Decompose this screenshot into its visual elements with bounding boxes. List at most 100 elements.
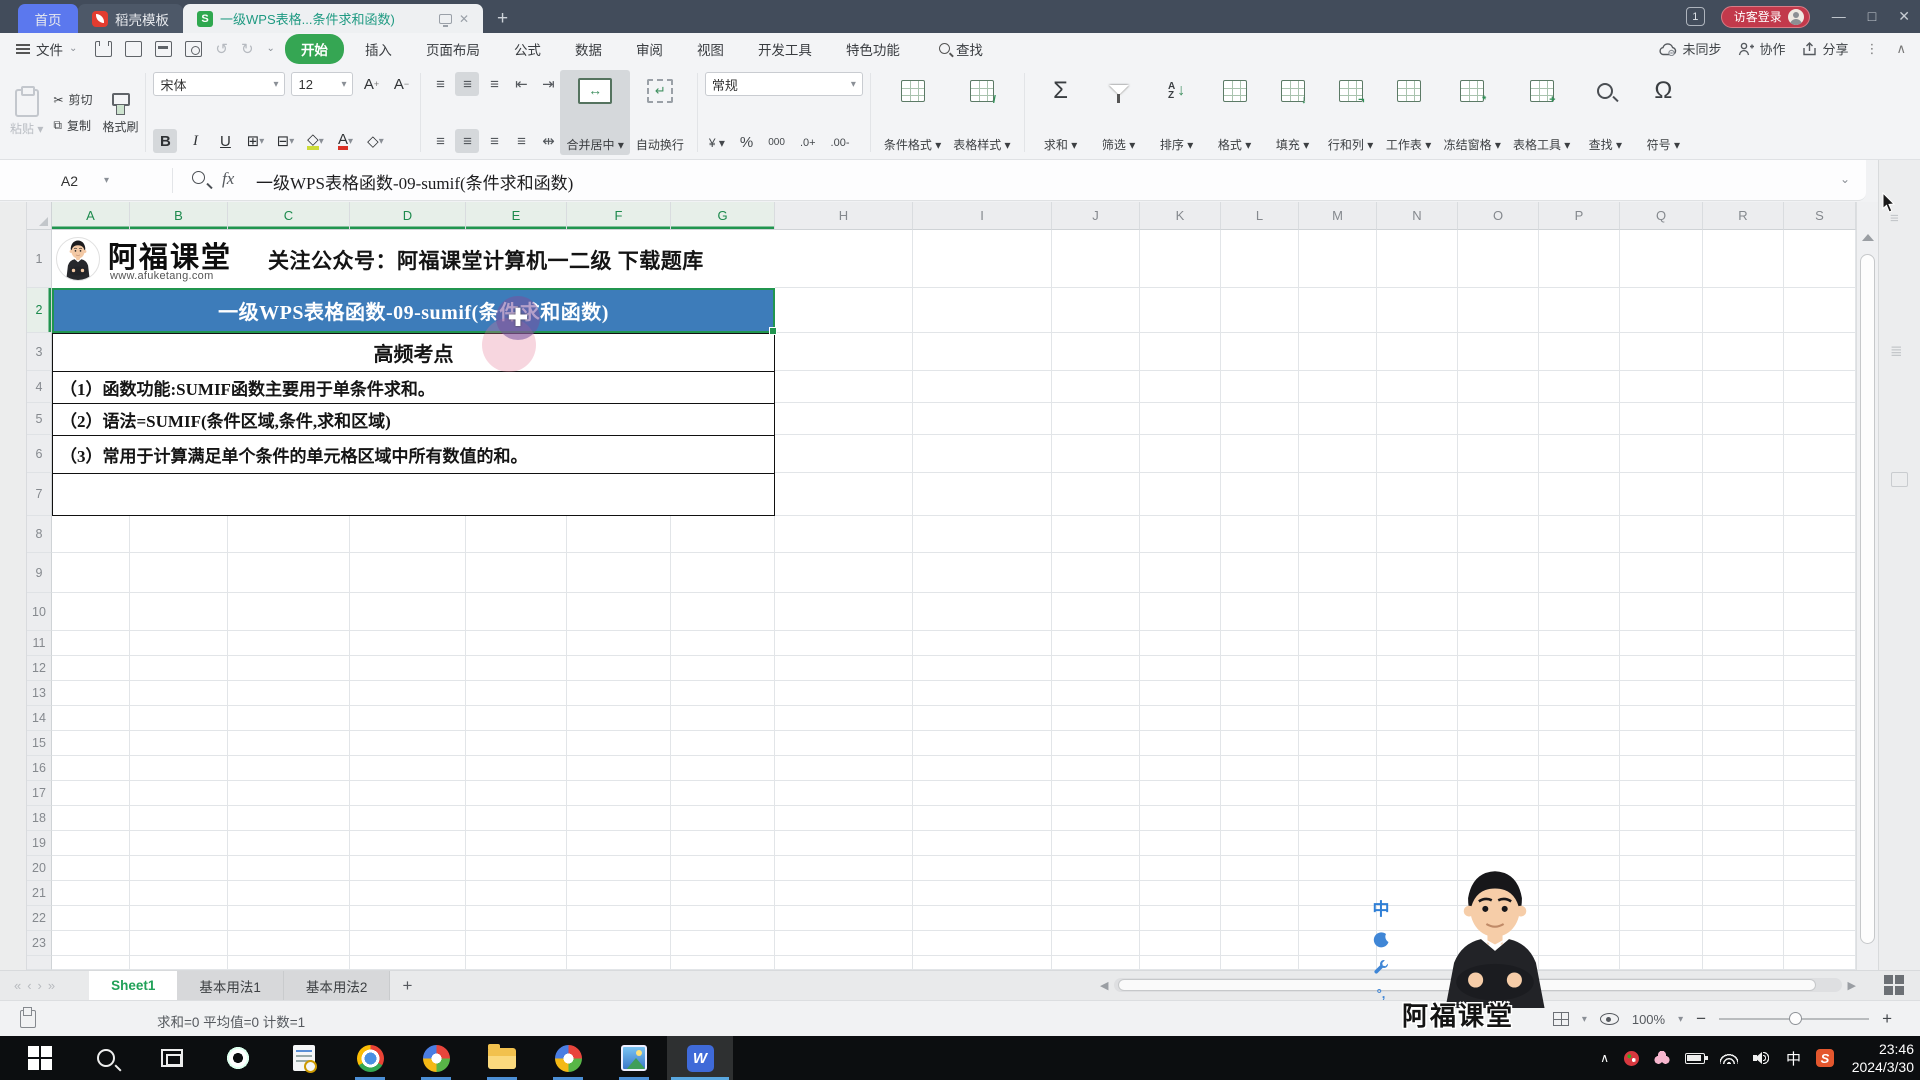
- cell-R4[interactable]: [1703, 371, 1784, 403]
- cell-O18[interactable]: [1458, 806, 1539, 831]
- cell-J8[interactable]: [1052, 516, 1140, 553]
- cell-B14[interactable]: [130, 706, 228, 731]
- cell-M2[interactable]: [1299, 288, 1377, 333]
- col-header-H[interactable]: H: [775, 202, 913, 230]
- cell-J[interactable]: [1052, 956, 1140, 970]
- taskbar-browser-360-alt-button[interactable]: [535, 1036, 601, 1080]
- volume-icon[interactable]: [1752, 1051, 1771, 1065]
- cell-I7[interactable]: [913, 473, 1052, 516]
- cell-Q1[interactable]: [1620, 230, 1703, 288]
- cell-E15[interactable]: [466, 731, 567, 756]
- cell-L6[interactable]: [1221, 435, 1299, 473]
- add-sheet-button[interactable]: +: [390, 976, 424, 996]
- cell-L2[interactable]: [1221, 288, 1299, 333]
- cell-H12[interactable]: [775, 656, 913, 681]
- cell-E9[interactable]: [466, 553, 567, 593]
- cell-S7[interactable]: [1784, 473, 1856, 516]
- tab-docer-templates[interactable]: 稻壳模板: [78, 4, 183, 33]
- cell-Q21[interactable]: [1620, 881, 1703, 906]
- cell-H7[interactable]: [775, 473, 913, 516]
- row-header-4[interactable]: 4: [27, 371, 52, 403]
- cell-Q20[interactable]: [1620, 856, 1703, 881]
- cell-A9[interactable]: [52, 553, 130, 593]
- cell-S10[interactable]: [1784, 593, 1856, 631]
- col-header-S[interactable]: S: [1784, 202, 1856, 230]
- cell-S6[interactable]: [1784, 435, 1856, 473]
- font-size-select[interactable]: 12 ▾: [291, 72, 354, 96]
- cell-M7[interactable]: [1299, 473, 1377, 516]
- cell-H8[interactable]: [775, 516, 913, 553]
- cell-G[interactable]: [671, 956, 775, 970]
- zoom-level[interactable]: 100%: [1632, 1012, 1665, 1027]
- cell-R6[interactable]: [1703, 435, 1784, 473]
- cell-C23[interactable]: [228, 931, 350, 956]
- cell-H[interactable]: [775, 956, 913, 970]
- cell-D23[interactable]: [350, 931, 466, 956]
- cell-R5[interactable]: [1703, 403, 1784, 435]
- cell-N6[interactable]: [1377, 435, 1458, 473]
- cell-E8[interactable]: [466, 516, 567, 553]
- cell-R[interactable]: [1703, 956, 1784, 970]
- row-header-11[interactable]: 11: [27, 631, 52, 656]
- cell-L3[interactable]: [1221, 333, 1299, 371]
- thousand-separator-button[interactable]: 000: [764, 135, 789, 150]
- cell-F20[interactable]: [567, 856, 671, 881]
- align-top-button[interactable]: ≡: [428, 72, 452, 96]
- cell-Q4[interactable]: [1620, 371, 1703, 403]
- search-menu[interactable]: 查找: [938, 39, 983, 59]
- cell-I2[interactable]: [913, 288, 1052, 333]
- cell-K1[interactable]: [1140, 230, 1221, 288]
- cell-P9[interactable]: [1539, 553, 1620, 593]
- cell-A14[interactable]: [52, 706, 130, 731]
- cell-O10[interactable]: [1458, 593, 1539, 631]
- scroll-right-icon[interactable]: ▶: [1848, 979, 1856, 992]
- cell-O6[interactable]: [1458, 435, 1539, 473]
- cell-M19[interactable]: [1299, 831, 1377, 856]
- col-header-F[interactable]: F: [567, 202, 671, 230]
- cell-G10[interactable]: [671, 593, 775, 631]
- cell-L4[interactable]: [1221, 371, 1299, 403]
- vertical-scrollbar[interactable]: [1856, 202, 1878, 970]
- cell-I5[interactable]: [913, 403, 1052, 435]
- cell-Q23[interactable]: [1620, 931, 1703, 956]
- cell-J11[interactable]: [1052, 631, 1140, 656]
- col-header-B[interactable]: B: [130, 202, 228, 230]
- col-header-P[interactable]: P: [1539, 202, 1620, 230]
- cell-N19[interactable]: [1377, 831, 1458, 856]
- cell-C19[interactable]: [228, 831, 350, 856]
- cell-H2[interactable]: [775, 288, 913, 333]
- cell-C22[interactable]: [228, 906, 350, 931]
- cell-F17[interactable]: [567, 781, 671, 806]
- cell-R1[interactable]: [1703, 230, 1784, 288]
- cell-R17[interactable]: [1703, 781, 1784, 806]
- cell-Q16[interactable]: [1620, 756, 1703, 781]
- cell-G13[interactable]: [671, 681, 775, 706]
- cell-B11[interactable]: [130, 631, 228, 656]
- row-header-17[interactable]: 17: [27, 781, 52, 806]
- cell-N8[interactable]: [1377, 516, 1458, 553]
- eye-protection-icon[interactable]: [1599, 1013, 1619, 1025]
- cell-M8[interactable]: [1299, 516, 1377, 553]
- cell-M18[interactable]: [1299, 806, 1377, 831]
- cell-N12[interactable]: [1377, 656, 1458, 681]
- cell-G19[interactable]: [671, 831, 775, 856]
- cell-M11[interactable]: [1299, 631, 1377, 656]
- cell-G12[interactable]: [671, 656, 775, 681]
- align-right-button[interactable]: ≡: [482, 129, 506, 153]
- cell-Q7[interactable]: [1620, 473, 1703, 516]
- increase-font-button[interactable]: A +: [359, 72, 383, 96]
- tray-flower-icon[interactable]: [1653, 1050, 1670, 1066]
- tool-fmt-button[interactable]: 格式 ▾: [1206, 70, 1264, 155]
- cell-S22[interactable]: [1784, 906, 1856, 931]
- ime-language-icon[interactable]: 中: [1373, 895, 1390, 920]
- cell-H16[interactable]: [775, 756, 913, 781]
- cell-J7[interactable]: [1052, 473, 1140, 516]
- hidden-icons-icon[interactable]: ∧: [1600, 1051, 1609, 1065]
- cell-P4[interactable]: [1539, 371, 1620, 403]
- cell-L5[interactable]: [1221, 403, 1299, 435]
- cell-Q5[interactable]: [1620, 403, 1703, 435]
- clear-button[interactable]: ◇ ▾: [363, 129, 387, 153]
- cell-J21[interactable]: [1052, 881, 1140, 906]
- col-header-L[interactable]: L: [1221, 202, 1299, 230]
- bold-button[interactable]: B: [153, 129, 178, 153]
